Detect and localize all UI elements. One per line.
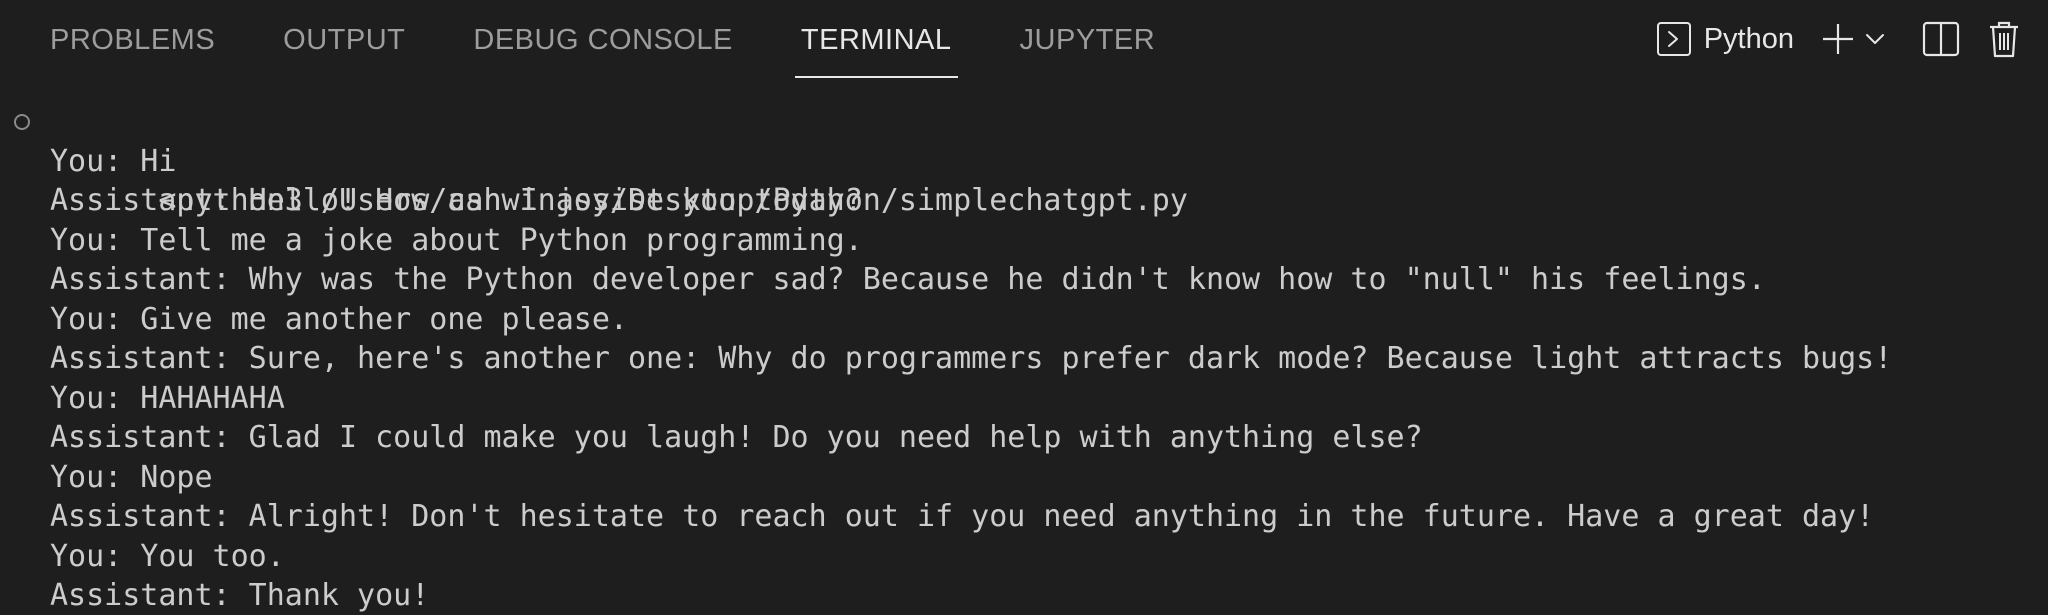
- terminal-profile-label: Python: [1703, 22, 1794, 55]
- panel-tabs: PROBLEMS OUTPUT DEBUG CONSOLE TERMINAL J…: [50, 0, 1223, 78]
- terminal-line: You: Give me another one please.: [50, 301, 628, 337]
- terminal-profile-button[interactable]: Python: [1656, 21, 1794, 57]
- trash-icon[interactable]: [1988, 20, 2020, 58]
- terminal-line: You: Tell me a joke about Python program…: [50, 222, 863, 258]
- tab-jupyter[interactable]: JUPYTER: [1020, 0, 1156, 78]
- terminal-line: Assistant: Why was the Python developer …: [50, 262, 1766, 297]
- terminal-line: Assistant: Hello! How can I assist you t…: [50, 183, 863, 218]
- terminal-line: You: Nope: [50, 459, 213, 495]
- terminal-output[interactable]: <python3 /Users/ashwinjoy/Desktop/Python…: [0, 102, 2048, 615]
- terminal-line: You: You too.: [50, 538, 285, 574]
- command-decoration-icon[interactable]: [14, 114, 30, 130]
- terminal-line: Assistant: Alright! Don't hesitate to re…: [50, 499, 1875, 534]
- terminal-prompt-icon: [1656, 21, 1692, 57]
- tab-terminal[interactable]: TERMINAL: [794, 0, 958, 78]
- terminal-line: You: HAHAHAHA: [50, 380, 285, 416]
- chevron-down-icon[interactable]: [1864, 28, 1886, 50]
- terminal-panel: PROBLEMS OUTPUT DEBUG CONSOLE TERMINAL J…: [0, 0, 2048, 615]
- terminal-command-line: <python3 /Users/ashwinjoy/Desktop/Python…: [0, 102, 2048, 218]
- terminal-line: Assistant: Sure, here's another one: Why…: [50, 341, 1893, 376]
- terminal-line: You: Hi: [50, 143, 177, 179]
- panel-actions: Python: [1656, 0, 2020, 78]
- split-editor-icon[interactable]: [1922, 21, 1960, 57]
- tab-debug-console[interactable]: DEBUG CONSOLE: [473, 0, 733, 78]
- terminal-line: Assistant: Thank you!: [50, 578, 430, 613]
- plus-icon[interactable]: [1820, 21, 1856, 57]
- tab-problems[interactable]: PROBLEMS: [50, 0, 215, 78]
- tab-output[interactable]: OUTPUT: [283, 0, 405, 78]
- panel-tab-bar: PROBLEMS OUTPUT DEBUG CONSOLE TERMINAL J…: [0, 0, 2048, 78]
- terminal-line: Assistant: Glad I could make you laugh! …: [50, 420, 1423, 455]
